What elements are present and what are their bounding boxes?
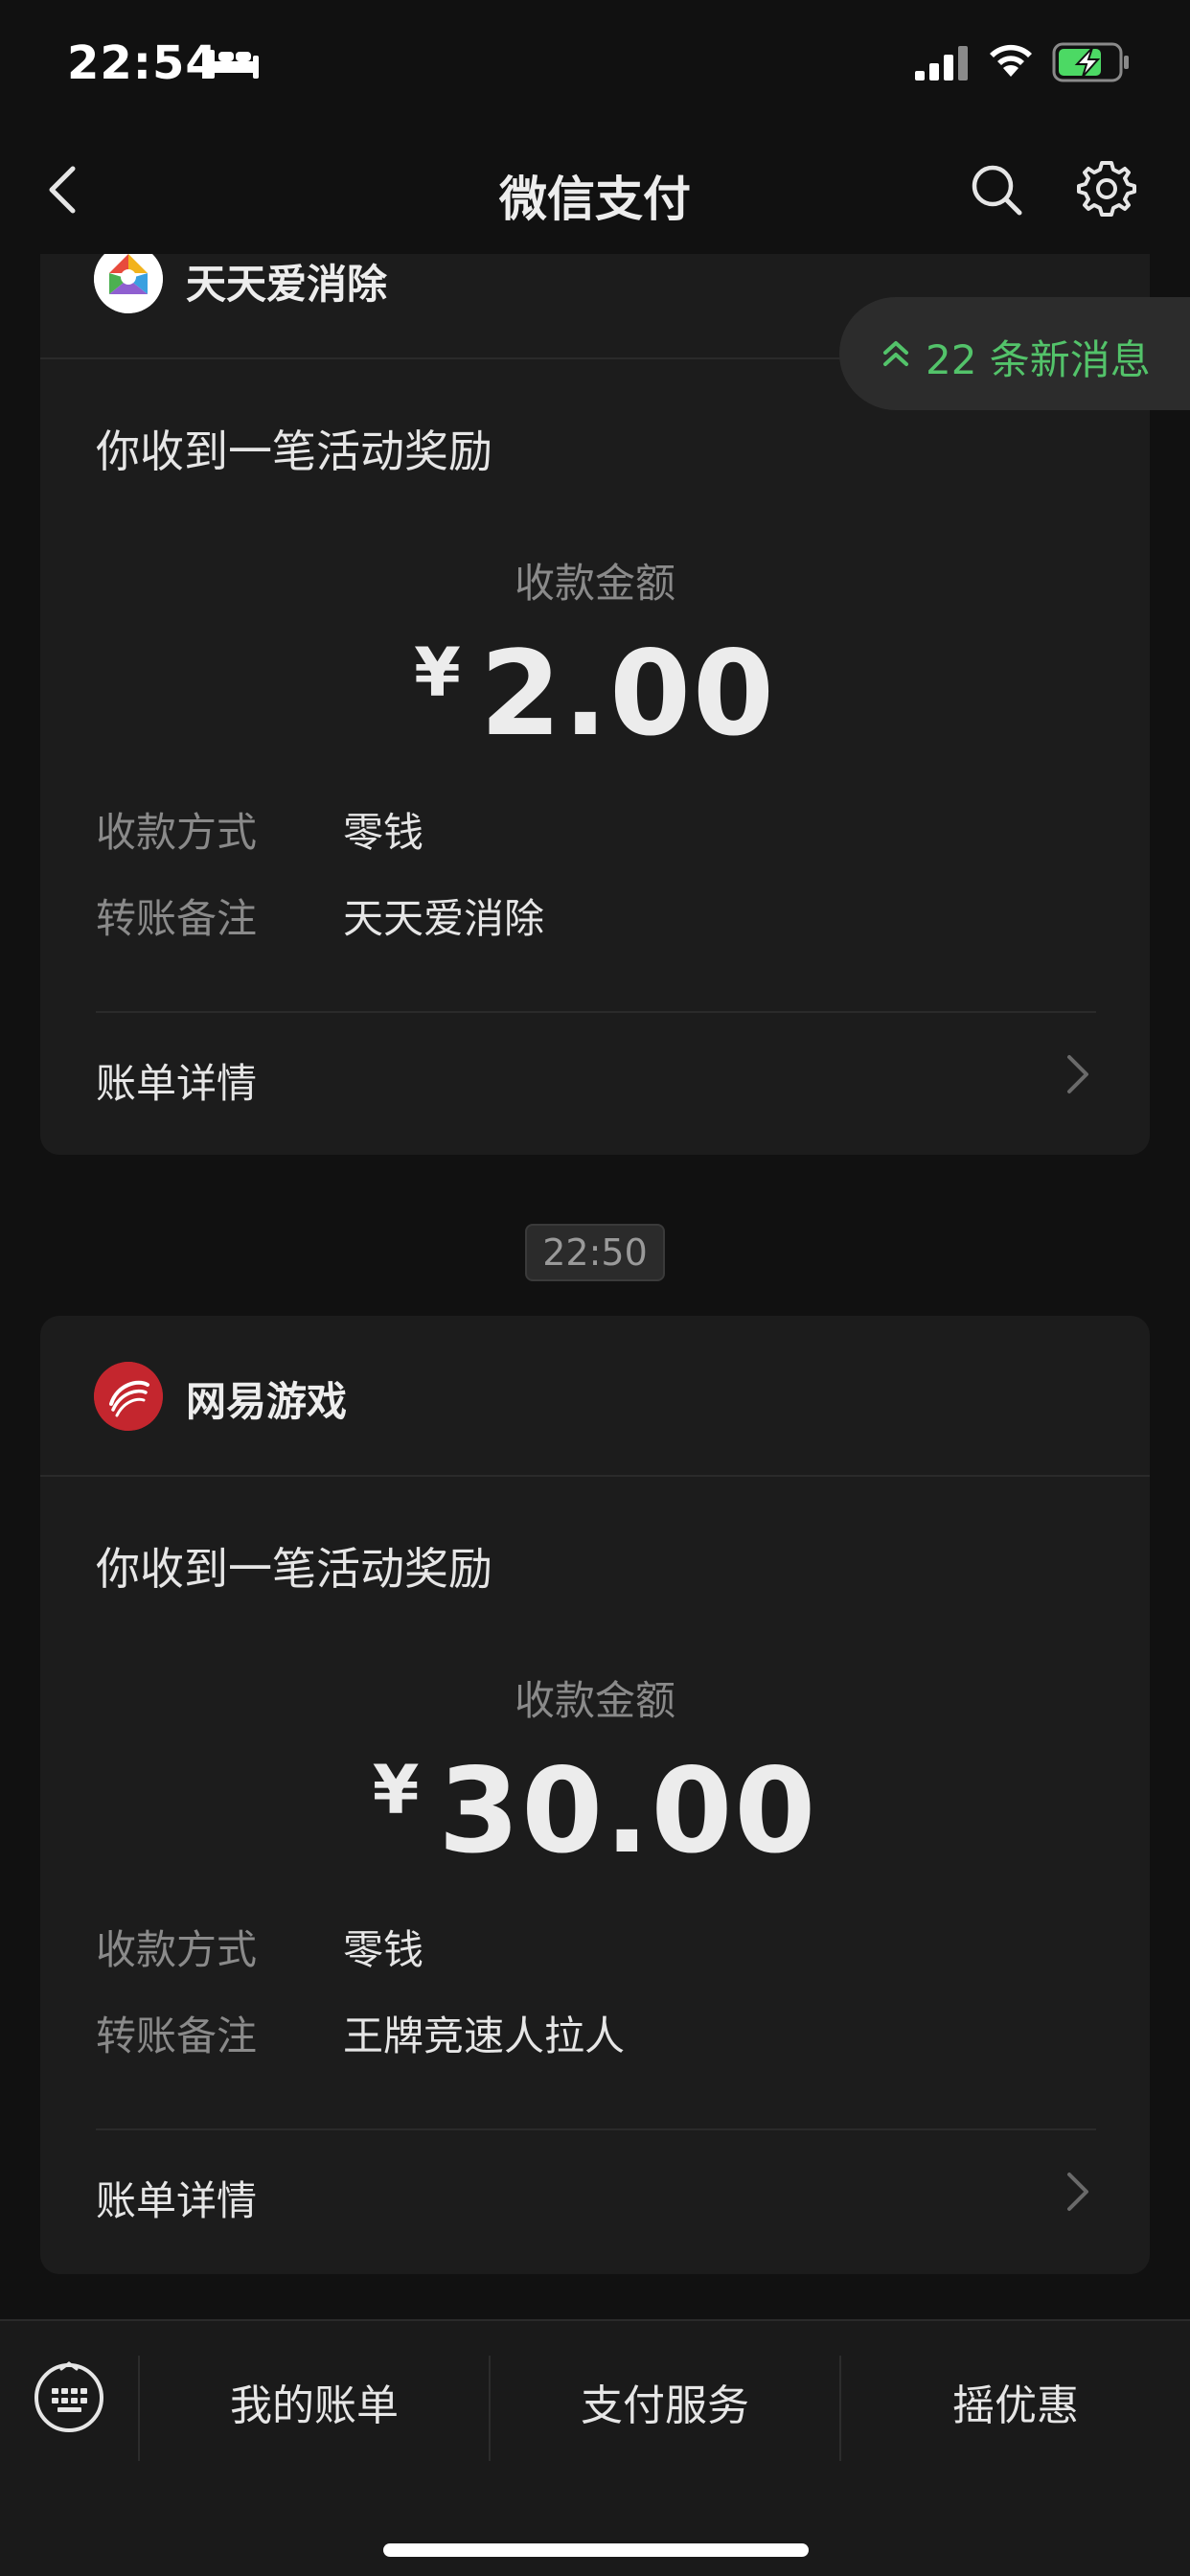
gear-icon[interactable] — [1075, 157, 1138, 220]
amount-label: 收款金额 — [514, 560, 675, 607]
amount-value: 2.00 — [479, 626, 776, 762]
transfer-note-value: 天天爱消除 — [343, 895, 545, 942]
double-chevron-up-icon — [883, 341, 908, 366]
status-time: 22:54 — [67, 36, 218, 90]
keyboard-icon[interactable] — [33, 2361, 105, 2434]
timestamp: 22:50 — [525, 1224, 665, 1281]
card-title: 你收到一笔活动奖励 — [96, 1543, 492, 1595]
amount-value: 30.00 — [438, 1743, 818, 1879]
wifi-icon — [990, 44, 1032, 77]
bill-detail-row[interactable]: 账单详情 — [40, 2130, 1150, 2255]
card-title: 你收到一笔活动奖励 — [96, 426, 492, 477]
signal-icon — [915, 46, 968, 80]
transfer-note-value: 王牌竞速人拉人 — [343, 2012, 626, 2059]
bill-detail-row[interactable]: 账单详情 — [40, 1013, 1150, 1138]
message-feed[interactable]: 天天爱消除 你收到一笔活动奖励 收款金额 ¥2.00 收款方式 零钱 转账备注 … — [0, 254, 1190, 2319]
bill-detail-label: 账单详情 — [96, 1060, 258, 1107]
amount: ¥30.00 — [40, 1743, 1150, 1879]
transfer-note-label: 转账备注 — [96, 2012, 258, 2059]
card-body: 你收到一笔活动奖励 收款金额 ¥30.00 收款方式 零钱 转账备注 王牌竞速人… — [40, 1477, 1150, 2274]
merchant-logo — [94, 1362, 163, 1431]
new-messages-label: 22 条新消息 — [926, 336, 1151, 383]
transfer-note-label: 转账备注 — [96, 895, 258, 942]
bottom-bar: 我的账单 支付服务 摇优惠 — [0, 2319, 1190, 2576]
status-bar: 22:54 — [0, 0, 1190, 125]
amount: ¥2.00 — [40, 626, 1150, 762]
merchant-logo — [94, 254, 163, 313]
card-body: 你收到一笔活动奖励 收款金额 ¥2.00 收款方式 零钱 转账备注 天天爱消除 … — [40, 359, 1150, 1155]
amount-label: 收款金额 — [514, 1677, 675, 1724]
payment-method-value: 零钱 — [343, 1926, 424, 1973]
tab-shake-deals[interactable]: 摇优惠 — [841, 2371, 1190, 2432]
merchant-name: 天天爱消除 — [186, 261, 388, 308]
currency-symbol: ¥ — [372, 1751, 420, 1829]
payment-method-label: 收款方式 — [96, 809, 258, 856]
new-messages-button[interactable]: 22 条新消息 — [839, 297, 1190, 410]
nav-bar: 微信支付 — [0, 125, 1190, 254]
tab-my-bills[interactable]: 我的账单 — [140, 2371, 489, 2432]
battery-icon — [1052, 42, 1129, 82]
chevron-right-icon — [1067, 1055, 1088, 1093]
merchant-name: 网易游戏 — [186, 1378, 348, 1425]
payment-method-value: 零钱 — [343, 809, 424, 856]
bill-detail-label: 账单详情 — [96, 2177, 258, 2224]
card-header: 网易游戏 — [40, 1316, 1150, 1477]
home-indicator — [383, 2543, 809, 2557]
currency-symbol: ¥ — [414, 633, 461, 712]
chevron-right-icon — [1067, 2173, 1088, 2211]
bed-icon — [209, 50, 259, 79]
search-icon[interactable] — [968, 161, 1025, 218]
payment-card: 网易游戏 你收到一笔活动奖励 收款金额 ¥30.00 收款方式 零钱 转账备注 … — [40, 1316, 1150, 2274]
tab-payment-services[interactable]: 支付服务 — [491, 2371, 839, 2432]
payment-method-label: 收款方式 — [96, 1926, 258, 1973]
